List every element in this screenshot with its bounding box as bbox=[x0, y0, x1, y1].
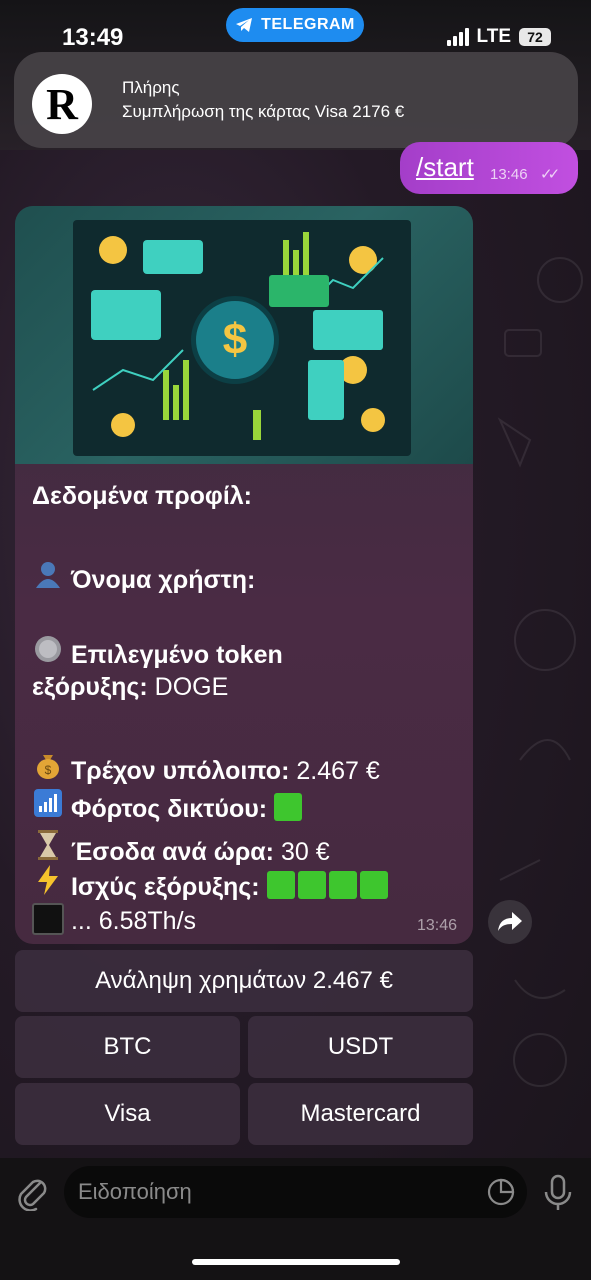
green-square-icon bbox=[359, 871, 388, 899]
network-load-label: Φόρτος δικτύου: bbox=[70, 795, 268, 823]
revolut-logo-icon: R bbox=[32, 74, 92, 134]
network-load-row: Φόρτος δικτύου: bbox=[32, 789, 305, 824]
finance-illustration-image: $ bbox=[15, 206, 473, 464]
money-bag-icon: $ bbox=[32, 751, 64, 786]
withdraw-button[interactable]: Ανάληψη χρημάτων 2.467 € bbox=[15, 950, 473, 1012]
sticker-icon[interactable] bbox=[487, 1178, 515, 1206]
outgoing-message-time: 13:46 bbox=[490, 166, 528, 183]
usdt-button[interactable]: USDT bbox=[248, 1016, 473, 1078]
green-square-icon bbox=[274, 793, 303, 821]
message-input-placeholder: Ειδοποίηση bbox=[78, 1179, 192, 1204]
green-square-icon bbox=[266, 871, 295, 899]
telegram-return-pill[interactable]: TELEGRAM bbox=[226, 8, 364, 42]
green-square-icon bbox=[297, 871, 326, 899]
user-silhouette-icon bbox=[32, 560, 64, 595]
profile-header: Δεδομένα προφίλ: bbox=[32, 482, 252, 510]
bot-message-time: 13:46 bbox=[416, 917, 457, 934]
mastercard-button[interactable]: Mastercard bbox=[248, 1083, 473, 1145]
share-button[interactable] bbox=[488, 900, 532, 944]
mining-power-label: Ισχύς εξόρυξης: bbox=[70, 873, 260, 901]
message-input[interactable]: Ειδοποίηση bbox=[64, 1166, 527, 1218]
black-square-icon bbox=[32, 903, 64, 935]
battery-level: 72 bbox=[527, 29, 543, 45]
outgoing-message[interactable]: /start 13:46 ✓✓ bbox=[400, 142, 578, 194]
attach-button[interactable] bbox=[16, 1175, 48, 1216]
paperclip-icon bbox=[18, 1179, 47, 1212]
username-row: Όνομα χρήστη: bbox=[32, 560, 255, 595]
token-row: Επιλεγμένο token bbox=[32, 635, 283, 670]
network-type: LTE bbox=[476, 26, 511, 47]
hashrate-value: ... 6.58Th/s bbox=[70, 907, 197, 935]
signal-bars-icon bbox=[32, 789, 64, 824]
lightning-icon bbox=[32, 865, 64, 902]
balance-value: 2.467 € bbox=[296, 757, 380, 785]
coin-icon bbox=[32, 635, 64, 670]
status-time: 13:49 bbox=[62, 24, 124, 51]
read-checkmarks-icon: ✓✓ bbox=[540, 166, 560, 183]
notification-title: Πλήρης bbox=[122, 78, 180, 97]
hourglass-icon bbox=[32, 830, 64, 867]
token-value: DOGE bbox=[154, 673, 229, 701]
mining-power-row: Ισχύς εξόρυξης: bbox=[32, 865, 391, 902]
income-row: Έσοδα ανά ώρα: 30 € bbox=[32, 830, 330, 867]
username-label: Όνομα χρήστη: bbox=[70, 566, 256, 594]
token-label-line2: εξόρυξης: bbox=[32, 673, 148, 701]
telegram-icon bbox=[236, 18, 253, 32]
balance-row: $ Τρέχον υπόλοιπο: 2.467 € bbox=[32, 751, 380, 786]
notification-body: Συμπλήρωση της κάρτας Visa 2176 € bbox=[122, 102, 405, 121]
status-indicators: LTE 72 bbox=[446, 26, 551, 48]
balance-label: Τρέχον υπόλοιπο: bbox=[70, 757, 290, 785]
hashrate-row: ... 6.58Th/s bbox=[32, 903, 196, 936]
microphone-icon bbox=[544, 1174, 572, 1210]
token-row-2: εξόρυξης: DOGE bbox=[32, 673, 228, 702]
battery-icon: 72 bbox=[519, 28, 551, 46]
signal-icon bbox=[446, 28, 469, 46]
start-command-link[interactable]: /start bbox=[416, 152, 474, 183]
telegram-pill-label: TELEGRAM bbox=[261, 16, 355, 33]
bot-message-bubble[interactable]: $ Δεδομένα προφίλ: Όνομα χρήστη: Επιλεγμ… bbox=[15, 206, 473, 944]
token-label-line1: Επιλεγμένο token bbox=[70, 641, 283, 669]
income-value: 30 € bbox=[280, 838, 330, 866]
notification-banner[interactable]: R Πλήρης Συμπλήρωση της κάρτας Visa 2176… bbox=[14, 52, 578, 148]
visa-button[interactable]: Visa bbox=[15, 1083, 240, 1145]
svg-text:$: $ bbox=[45, 763, 52, 777]
income-label: Έσοδα ανά ώρα: bbox=[70, 838, 274, 866]
home-indicator[interactable] bbox=[192, 1259, 400, 1265]
forward-arrow-icon bbox=[498, 912, 522, 931]
dollar-coin-icon: $ bbox=[191, 296, 279, 384]
green-square-icon bbox=[328, 871, 357, 899]
voice-message-button[interactable] bbox=[543, 1174, 573, 1217]
btc-button[interactable]: BTC bbox=[15, 1016, 240, 1078]
